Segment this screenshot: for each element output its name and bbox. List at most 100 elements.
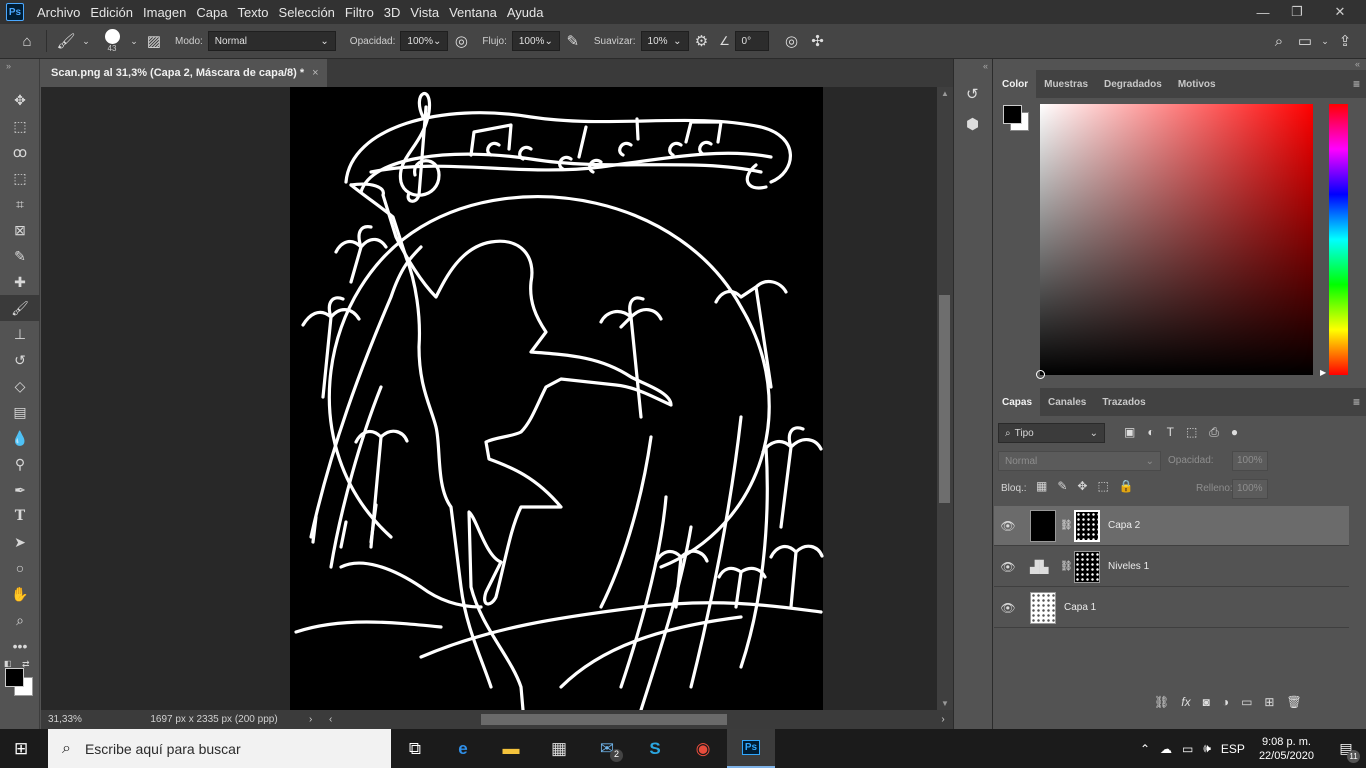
visibility-eye-icon[interactable]: 👁 xyxy=(994,519,1022,533)
windows-start-icon[interactable]: ⊞ xyxy=(14,739,28,759)
link-icon[interactable]: ⛓ xyxy=(1060,520,1073,531)
edge-icon[interactable]: e xyxy=(439,729,487,768)
tab-muestras[interactable]: Muestras xyxy=(1036,70,1096,98)
layer-mask-thumbnail[interactable] xyxy=(1074,550,1100,583)
airbrush-icon[interactable]: ✎ xyxy=(560,28,586,54)
search-icon[interactable]: ⌕ xyxy=(1266,28,1292,54)
menu-seleccion[interactable]: Selección xyxy=(274,5,340,20)
history-icon[interactable]: ↺ xyxy=(966,85,992,103)
menu-capa[interactable]: Capa xyxy=(191,5,232,20)
eraser-tool-icon[interactable]: ◇ xyxy=(0,373,40,399)
layer-row-capa-1[interactable]: 👁 Capa 1 xyxy=(994,588,1349,628)
workspace-icon[interactable]: ▭ xyxy=(1292,28,1318,54)
menu-imagen[interactable]: Imagen xyxy=(138,5,191,20)
artboard-lock-icon[interactable]: ⬚ xyxy=(1097,479,1108,493)
zoom-level[interactable]: 31,33% xyxy=(41,714,119,725)
menu-ayuda[interactable]: Ayuda xyxy=(502,5,549,20)
horizontal-scrollbar[interactable] xyxy=(349,714,933,725)
document-tab[interactable]: Scan.png al 31,3% (Capa 2, Máscara de ca… xyxy=(41,59,327,87)
tab-canales[interactable]: Canales xyxy=(1040,388,1094,416)
brush-settings-icon[interactable]: ▨ xyxy=(141,28,167,54)
hand-tool-icon[interactable]: ✋ xyxy=(0,581,40,607)
visibility-eye-icon[interactable]: 👁 xyxy=(994,560,1022,574)
tab-color[interactable]: Color xyxy=(994,70,1037,98)
vertical-scrollbar[interactable]: ▲ ▼ xyxy=(937,87,953,710)
photoshop-taskbar-icon[interactable]: Ps xyxy=(727,729,775,768)
lock-position-icon[interactable]: ✥ xyxy=(1077,479,1087,493)
angle-field[interactable]: 0° xyxy=(734,31,769,51)
gear-icon[interactable]: ⚙ xyxy=(689,28,715,54)
image-filter-icon[interactable]: ▣ xyxy=(1124,425,1135,440)
chrome-icon[interactable]: ◉ xyxy=(679,729,727,768)
tab-trazados[interactable]: Trazados xyxy=(1094,388,1153,416)
scroll-up-icon[interactable]: ▲ xyxy=(941,89,949,98)
layer-row-capa-2[interactable]: 👁 ⛓ Capa 2 xyxy=(994,506,1349,546)
menu-filtro[interactable]: Filtro xyxy=(340,5,379,20)
language-indicator[interactable]: ESP xyxy=(1221,742,1245,756)
symmetry-icon[interactable]: ✣ xyxy=(805,28,831,54)
history-brush-tool-icon[interactable]: ↺ xyxy=(0,347,40,373)
type-tool-icon[interactable]: T xyxy=(0,503,40,529)
menu-texto[interactable]: Texto xyxy=(232,5,273,20)
menu-vista[interactable]: Vista xyxy=(405,5,444,20)
home-icon[interactable]: ⌂ xyxy=(14,28,40,54)
path-select-tool-icon[interactable]: ➤ xyxy=(0,529,40,555)
clock[interactable]: 9:08 p. m. 22/05/2020 xyxy=(1259,735,1314,763)
brush-tool-icon[interactable]: 🖌 xyxy=(0,295,40,321)
close-tab-icon[interactable]: × xyxy=(312,67,318,79)
foreground-color-swatch[interactable] xyxy=(5,668,24,687)
skype-icon[interactable]: S xyxy=(631,729,679,768)
scroll-right-icon[interactable]: › xyxy=(933,714,953,725)
chevron-right-icon[interactable]: › xyxy=(309,714,329,725)
flow-field[interactable]: 100% ⌄ xyxy=(511,31,560,51)
smoothing-field[interactable]: 10% ⌄ xyxy=(640,31,689,51)
minimize-button[interactable]: — xyxy=(1246,0,1280,24)
link-icon[interactable]: ⛓ xyxy=(1154,695,1169,709)
canvas-area[interactable] xyxy=(41,87,937,710)
restore-button[interactable]: ❐ xyxy=(1280,0,1314,24)
color-picker-handle[interactable] xyxy=(1036,370,1045,379)
panel-menu-icon[interactable]: ≡ xyxy=(1353,395,1366,409)
document-canvas[interactable] xyxy=(41,87,937,710)
visibility-eye-icon[interactable]: 👁 xyxy=(994,601,1022,615)
color-field[interactable] xyxy=(1036,104,1313,379)
dodge-tool-icon[interactable]: ⚲ xyxy=(0,451,40,477)
more-tools-icon[interactable]: ••• xyxy=(0,633,40,659)
volume-icon[interactable]: 🕪 xyxy=(1203,741,1211,756)
healing-brush-tool-icon[interactable]: ✚ xyxy=(0,269,40,295)
frame-tool-icon[interactable]: ⊠ xyxy=(0,217,40,243)
menu-edicion[interactable]: Edición xyxy=(85,5,138,20)
fx-icon[interactable]: fx xyxy=(1181,695,1190,709)
hue-slider-handle[interactable]: ▶ xyxy=(1320,368,1326,377)
ellipse-tool-icon[interactable]: ○ xyxy=(0,555,40,581)
lasso-tool-icon[interactable]: ꝏ xyxy=(0,139,40,165)
layer-opacity-field[interactable]: 100% xyxy=(1232,451,1268,471)
scrollbar-thumb[interactable] xyxy=(939,295,950,503)
brush-size-picker[interactable]: 43 xyxy=(97,29,127,53)
layer-filter-select[interactable]: ⌕ Tipo ⌄ xyxy=(998,423,1105,443)
menu-archivo[interactable]: Archivo xyxy=(32,5,85,20)
type-filter-icon[interactable]: T xyxy=(1167,425,1174,440)
gradient-tool-icon[interactable]: ▤ xyxy=(0,399,40,425)
pen-tool-icon[interactable]: ✒ xyxy=(0,477,40,503)
folder-icon[interactable]: ▭ xyxy=(1241,695,1252,709)
adjustment-icon[interactable]: ◑ xyxy=(1222,695,1229,709)
photoshop-logo[interactable]: Ps xyxy=(6,3,24,21)
link-icon[interactable]: ⛓ xyxy=(1060,561,1073,572)
brush-preset-icon[interactable]: 🖌 xyxy=(53,28,79,54)
task-view-icon[interactable]: ⧉ xyxy=(391,729,439,768)
marquee-tool-icon[interactable]: ⬚ xyxy=(0,113,40,139)
blend-mode-select[interactable]: Normal ⌄ xyxy=(998,451,1161,471)
chevron-down-icon[interactable]: ⌄ xyxy=(1318,28,1332,54)
store-icon[interactable]: ▦ xyxy=(535,729,583,768)
filter-toggle-icon[interactable]: ● xyxy=(1231,425,1238,440)
chevron-down-icon[interactable]: ⌄ xyxy=(79,28,93,54)
opacity-field[interactable]: 100% ⌄ xyxy=(400,31,449,51)
default-colors-icon[interactable]: ◧ xyxy=(4,659,12,668)
pressure-opacity-icon[interactable]: ◎ xyxy=(448,28,474,54)
close-button[interactable]: ✕ xyxy=(1314,0,1366,24)
hue-slider[interactable] xyxy=(1329,104,1348,375)
collapse-icon[interactable]: « xyxy=(994,59,1366,70)
fill-field[interactable]: 100% xyxy=(1232,479,1268,499)
trash-icon[interactable]: 🗑 xyxy=(1286,695,1301,709)
